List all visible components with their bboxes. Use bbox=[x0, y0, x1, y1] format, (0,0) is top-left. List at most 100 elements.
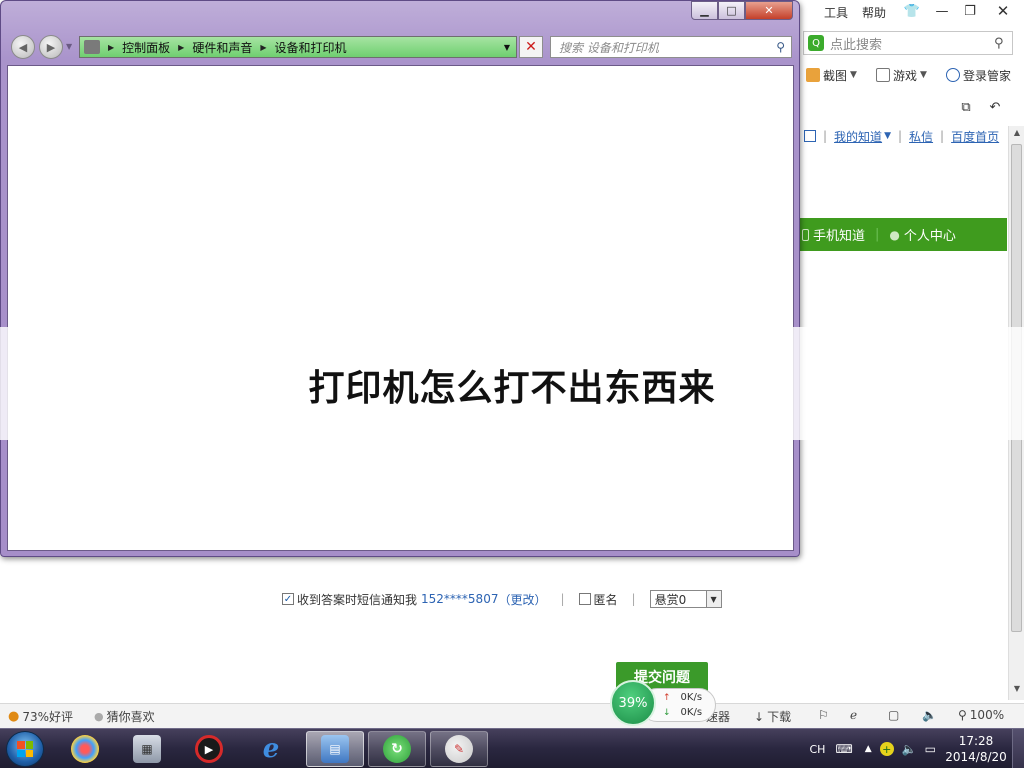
scroll-down-icon[interactable]: ▼ bbox=[1009, 684, 1024, 698]
taskbar-app-ie[interactable]: e bbox=[242, 731, 300, 767]
breadcrumb-hardware-sound[interactable]: 硬件和声音 bbox=[192, 39, 252, 56]
breadcrumb-control-panel[interactable]: 控制面板 bbox=[122, 39, 170, 56]
minimize-icon[interactable]: ▁ bbox=[691, 1, 718, 20]
screenshot-label: 截图 bbox=[823, 68, 848, 83]
overlay-banner: 打印机怎么打不出东西来 bbox=[0, 327, 1024, 440]
anonymous-checkbox[interactable]: ✓ bbox=[578, 593, 591, 605]
window-icon[interactable]: ▢ bbox=[888, 708, 899, 722]
login-manager-label: 登录管家 bbox=[963, 68, 1012, 83]
search-icon[interactable]: ⚲ bbox=[994, 36, 1012, 51]
change-phone-link[interactable]: （更改） bbox=[498, 591, 546, 608]
address-bar[interactable]: ▶ 控制面板 ▶ 硬件和声音 ▶ 设备和打印机 ▼ bbox=[79, 36, 517, 58]
overlay-title: 打印机怎么打不出东西来 bbox=[308, 367, 716, 409]
ie-mode-icon[interactable]: ℯ bbox=[850, 708, 857, 722]
browser-search-box[interactable]: Q 点此搜索 ⚲ bbox=[803, 31, 1013, 55]
taskbar-app-control-panel[interactable]: ▤ bbox=[306, 731, 364, 767]
sms-notify-checkbox[interactable]: ✓ bbox=[282, 593, 294, 605]
volume-icon[interactable]: 🔈 bbox=[902, 742, 917, 756]
personal-center-link[interactable]: ● 个人中心 bbox=[889, 225, 956, 245]
baidu-home-link[interactable]: 百度首页 bbox=[951, 128, 999, 145]
volume-icon[interactable]: 🔈 bbox=[922, 708, 937, 722]
keyboard-icon[interactable]: ⌨ bbox=[835, 742, 852, 756]
mobile-zhidao-link[interactable]: 手机知道 bbox=[802, 225, 865, 244]
explorer-search-box[interactable]: 搜索 设备和打印机 ⚲ bbox=[550, 36, 792, 58]
taskbar-app-browser[interactable]: ↻ bbox=[368, 731, 426, 767]
my-zhidao-link[interactable]: 我的知道 bbox=[834, 128, 882, 145]
screenshot-button[interactable]: 截图 ▼ bbox=[806, 66, 857, 84]
zoom-icon: ⚲ bbox=[958, 708, 967, 722]
search-icon[interactable]: ⚲ bbox=[776, 40, 785, 54]
breadcrumb-arrow-icon: ▶ bbox=[178, 42, 185, 52]
network-speed-widget[interactable]: ↑ 0K/s ↓ 0K/s 39% bbox=[610, 680, 716, 726]
recent-pages-icon[interactable]: ▼ bbox=[66, 42, 72, 51]
messages-link[interactable]: 私信 bbox=[909, 128, 933, 145]
chevron-down-icon[interactable]: ▼ bbox=[498, 37, 516, 57]
forward-icon[interactable]: ▶ bbox=[39, 35, 63, 59]
undo-icon[interactable]: ↶ bbox=[980, 96, 1010, 118]
memory-percent-badge[interactable]: 39% bbox=[610, 680, 656, 726]
taskbar-app-pinwheel[interactable] bbox=[56, 731, 114, 767]
breadcrumb-devices-printers[interactable]: 设备和打印机 bbox=[275, 39, 347, 56]
search-engine-icon[interactable]: Q bbox=[808, 35, 824, 51]
zhidao-logo-icon bbox=[804, 130, 816, 142]
taskbar: ▦ ▶ e ▤ ↻ ✎ CH ⌨ ▲ + 🔈 ▭ 17:28 2014/8/20 bbox=[0, 728, 1024, 768]
back-icon[interactable]: ◀ bbox=[11, 35, 35, 59]
clock-time: 17:28 bbox=[958, 734, 994, 748]
start-button[interactable] bbox=[6, 731, 44, 767]
skin-icon[interactable]: 👕 bbox=[897, 0, 927, 22]
scroll-up-icon[interactable]: ▲ bbox=[1009, 128, 1024, 142]
clear-address-icon[interactable]: ✕ bbox=[519, 36, 543, 58]
phone-number: 152****5807 bbox=[421, 592, 499, 606]
taskbar-app-paint[interactable]: ✎ bbox=[430, 731, 488, 767]
devices-printers-window: ▁ □ ✕ ◀ ▶ ▼ ▶ 控制面板 ▶ 硬件和声音 ▶ 设备和打印机 ▼ ✕ … bbox=[0, 0, 800, 557]
ime-indicator[interactable]: CH bbox=[810, 743, 826, 756]
video-player-icon: ▶ bbox=[195, 735, 223, 763]
internet-explorer-icon: e bbox=[262, 734, 280, 764]
taskbar-app-calculator[interactable]: ▦ bbox=[118, 731, 176, 767]
show-hidden-icons[interactable]: ▲ bbox=[865, 744, 872, 754]
explorer-content-pane[interactable] bbox=[7, 65, 794, 551]
reward-value: 悬赏0 bbox=[654, 592, 687, 607]
close-icon[interactable]: ✕ bbox=[988, 0, 1018, 22]
paint-palette-icon: ✎ bbox=[445, 735, 473, 763]
page-nav: | 我的知道 ▼ | 私信 | 百度首页 bbox=[804, 128, 999, 144]
close-icon[interactable]: ✕ bbox=[745, 1, 793, 20]
window-list-icon[interactable]: ⧉ bbox=[951, 96, 981, 118]
download-button[interactable]: ↓ 下载 bbox=[754, 708, 791, 725]
flag-icon[interactable]: ⚐ bbox=[818, 708, 829, 722]
upload-arrow-icon: ↑ bbox=[663, 692, 671, 703]
network-icon[interactable]: ▭ bbox=[925, 742, 936, 756]
printer-icon bbox=[84, 40, 100, 54]
show-desktop-button[interactable] bbox=[1012, 729, 1024, 768]
personal-center-label: 个人中心 bbox=[903, 229, 956, 244]
zoom-label: 100% bbox=[969, 708, 1005, 722]
minimize-icon[interactable]: — bbox=[927, 0, 957, 22]
games-button[interactable]: 游戏 ▼ bbox=[876, 66, 927, 84]
restore-icon[interactable]: ❐ bbox=[955, 0, 985, 22]
anonymous-label: 匿名 bbox=[593, 592, 618, 607]
taskbar-app-qqplayer[interactable]: ▶ bbox=[180, 731, 238, 767]
guess-label: 猜你喜欢 bbox=[106, 710, 155, 724]
chevron-down-icon: ▼ bbox=[920, 70, 927, 80]
ask-options-row: ✓ 收到答案时短信通知我 152****5807 （更改） | ✓ 匿名 | 悬… bbox=[282, 590, 722, 608]
orange-icon: ● bbox=[8, 709, 20, 724]
menu-help[interactable]: 帮助 bbox=[859, 2, 889, 22]
guess-button[interactable]: ● 猜你喜欢 bbox=[94, 708, 155, 725]
games-label: 游戏 bbox=[893, 68, 918, 83]
security-shield-icon[interactable]: + bbox=[879, 742, 894, 756]
system-tray: CH ⌨ ▲ + 🔈 ▭ 17:28 2014/8/20 bbox=[810, 729, 1024, 768]
zoom-button[interactable]: ⚲ 100% bbox=[958, 708, 1004, 722]
login-manager-button[interactable]: 登录管家 bbox=[946, 66, 1011, 84]
download-speed: 0K/s bbox=[680, 707, 703, 718]
clock[interactable]: 17:28 2014/8/20 bbox=[940, 733, 1012, 765]
rating-button[interactable]: ● 73%好评 bbox=[8, 708, 73, 725]
key-icon bbox=[946, 68, 960, 82]
explorer-search-placeholder: 搜索 设备和打印机 bbox=[559, 40, 659, 55]
maximize-icon[interactable]: □ bbox=[718, 1, 745, 20]
rating-label: 73%好评 bbox=[22, 710, 74, 724]
menu-tools[interactable]: 工具 bbox=[821, 2, 851, 22]
windows-logo-icon bbox=[17, 741, 33, 757]
browser-search-placeholder: 点此搜索 bbox=[830, 37, 883, 53]
reward-select[interactable]: 悬赏0 ▼ bbox=[649, 590, 722, 608]
chevron-down-icon: ▼ bbox=[850, 70, 857, 80]
